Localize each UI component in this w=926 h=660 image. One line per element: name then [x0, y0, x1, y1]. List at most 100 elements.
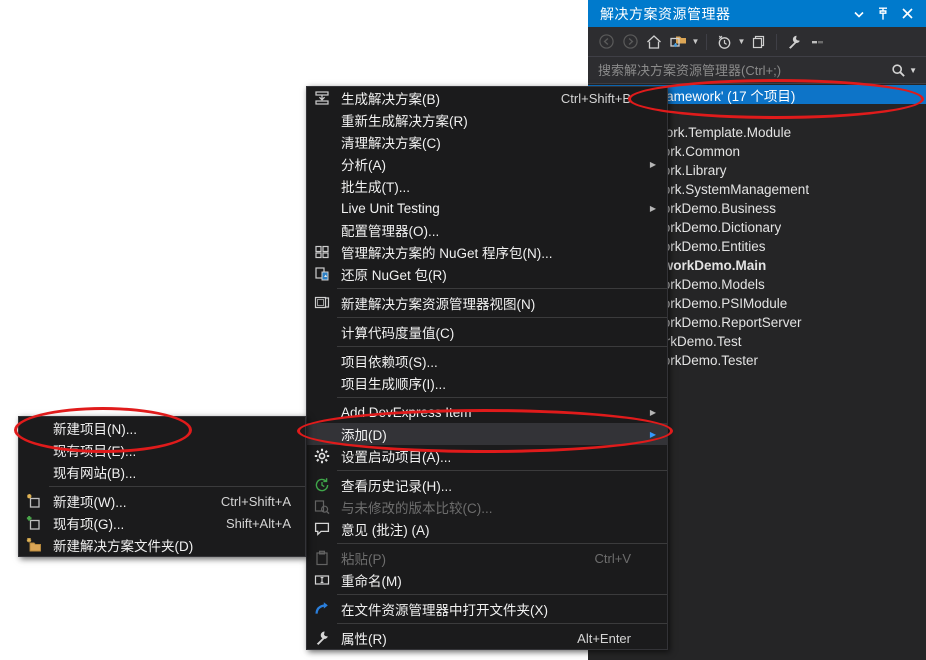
menu-item-icon-placeholder	[307, 131, 337, 153]
menu-item[interactable]: 批生成(T)...	[307, 175, 667, 197]
menu-item-icon-placeholder	[307, 423, 337, 445]
menu-item[interactable]: 项目生成顺序(I)...	[307, 372, 667, 394]
submenu-chevron-right-icon: ▶	[645, 408, 667, 417]
pending-changes-icon[interactable]	[712, 30, 736, 53]
show-all-files-icon[interactable]	[747, 30, 771, 53]
submenu-item[interactable]: 新建项目(N)...	[19, 417, 305, 439]
menu-item-shortcut: Ctrl+V	[595, 551, 645, 566]
menu-item[interactable]: 计算代码度量值(C)	[307, 321, 667, 343]
menu-item[interactable]: 设置启动项目(A)...	[307, 445, 667, 467]
menu-item[interactable]: 分析(A)▶	[307, 153, 667, 175]
menu-item-label: 新建解决方案资源管理器视图(N)	[337, 293, 631, 313]
menu-item-icon-placeholder	[307, 372, 337, 394]
menu-separator	[337, 594, 667, 595]
panel-title: 解决方案资源管理器	[600, 4, 731, 24]
menu-item[interactable]: Live Unit Testing▶	[307, 197, 667, 219]
menu-item[interactable]: 查看历史记录(H)...	[307, 474, 667, 496]
properties-wrench-icon[interactable]	[782, 30, 806, 53]
menu-item[interactable]: 项目依赖项(S)...	[307, 350, 667, 372]
menu-item-label: 计算代码度量值(C)	[337, 322, 631, 342]
menu-item[interactable]: 生成解决方案(B)Ctrl+Shift+B	[307, 87, 667, 109]
submenu-item-label: 现有网站(B)...	[49, 462, 291, 482]
menu-separator	[337, 397, 667, 398]
menu-item-icon-placeholder	[307, 153, 337, 175]
submenu-item[interactable]: 现有网站(B)...	[19, 461, 305, 483]
back-icon[interactable]	[594, 30, 618, 53]
pin-icon[interactable]	[872, 3, 894, 25]
screen-root: 解决方案资源管理器	[0, 0, 926, 660]
submenu-item[interactable]: 现有项(G)...Shift+Alt+A	[19, 512, 305, 534]
submenu-item-label: 新建项目(N)...	[49, 418, 291, 438]
menu-item-icon-placeholder	[307, 175, 337, 197]
menu-item: 粘贴(P)Ctrl+V	[307, 547, 667, 569]
close-icon[interactable]	[896, 3, 918, 25]
menu-item[interactable]: 管理解决方案的 NuGet 程序包(N)...	[307, 241, 667, 263]
switch-views-dropdown-caret-icon[interactable]: ▼	[690, 30, 701, 53]
search-options-caret-icon[interactable]: ▼	[909, 66, 926, 75]
new-solution-explorer-view-icon	[307, 292, 337, 314]
gear-icon	[307, 445, 337, 467]
search-input[interactable]	[588, 62, 887, 79]
submenu-chevron-right-icon: ▶	[645, 204, 667, 213]
menu-item-label: 项目生成顺序(I)...	[337, 373, 631, 393]
new-item-icon	[19, 490, 49, 512]
rename-icon	[307, 569, 337, 591]
submenu-chevron-right-icon: ▶	[645, 430, 667, 439]
menu-separator	[337, 288, 667, 289]
submenu-item[interactable]: 现有项目(E)...	[19, 439, 305, 461]
add-submenu[interactable]: 新建项目(N)...现有项目(E)...现有网站(B)... 新建项(W)...C…	[18, 416, 306, 557]
toolbar-separator	[706, 34, 707, 50]
menu-item-label: 在文件资源管理器中打开文件夹(X)	[337, 599, 631, 619]
submenu-item-icon-placeholder	[19, 417, 49, 439]
home-icon[interactable]	[642, 30, 666, 53]
search-bar[interactable]: ▼	[588, 56, 926, 84]
search-icon[interactable]	[887, 63, 909, 78]
menu-item[interactable]: 重新生成解决方案(R)	[307, 109, 667, 131]
submenu-item-label: 新建项(W)...	[49, 491, 221, 511]
menu-separator	[337, 317, 667, 318]
solution-context-menu[interactable]: 生成解决方案(B)Ctrl+Shift+B重新生成解决方案(R)清理解决方案(C…	[306, 86, 668, 650]
menu-item-label: 查看历史记录(H)...	[337, 475, 631, 495]
menu-item-label: 设置启动项目(A)...	[337, 446, 631, 466]
nuget-restore-icon	[307, 263, 337, 285]
menu-item-icon-placeholder	[307, 350, 337, 372]
compare-icon	[307, 496, 337, 518]
submenu-item[interactable]: 新建项(W)...Ctrl+Shift+A	[19, 490, 305, 512]
menu-item-shortcut: Alt+Enter	[577, 631, 645, 646]
submenu-item[interactable]: 新建解决方案文件夹(D)	[19, 534, 305, 556]
submenu-item-shortcut: Ctrl+Shift+A	[221, 494, 305, 509]
solution-explorer-toolbar: ▼ ▼	[588, 27, 926, 56]
paste-icon	[307, 547, 337, 569]
wrench-icon	[307, 627, 337, 649]
menu-item-label: 配置管理器(O)...	[337, 220, 631, 240]
menu-item[interactable]: 新建解决方案资源管理器视图(N)	[307, 292, 667, 314]
menu-item-label: 意见 (批注) (A)	[337, 519, 631, 539]
menu-item-icon-placeholder	[307, 321, 337, 343]
menu-item[interactable]: 添加(D)▶	[307, 423, 667, 445]
menu-item[interactable]: 还原 NuGet 包(R)	[307, 263, 667, 285]
menu-item[interactable]: 属性(R)Alt+Enter	[307, 627, 667, 649]
submenu-item-label: 新建解决方案文件夹(D)	[49, 535, 291, 555]
menu-item-label: Add DevExpress Item	[337, 405, 631, 420]
switch-views-icon[interactable]	[666, 30, 690, 53]
menu-item-label: 粘贴(P)	[337, 548, 595, 568]
menu-item-label: 还原 NuGet 包(R)	[337, 264, 631, 284]
submenu-item-shortcut: Shift+Alt+A	[226, 516, 305, 531]
menu-item[interactable]: Add DevExpress Item ▶	[307, 401, 667, 423]
menu-item[interactable]: 意见 (批注) (A)	[307, 518, 667, 540]
menu-item-label: 重新生成解决方案(R)	[337, 110, 631, 130]
submenu-item-label: 现有项目(E)...	[49, 440, 291, 460]
menu-item[interactable]: 在文件资源管理器中打开文件夹(X)	[307, 598, 667, 620]
chevron-down-icon[interactable]	[848, 3, 870, 25]
submenu-separator	[49, 486, 305, 487]
menu-item[interactable]: 重命名(M)	[307, 569, 667, 591]
menu-item-label: 项目依赖项(S)...	[337, 351, 631, 371]
collapse-icon[interactable]	[806, 30, 830, 53]
existing-item-icon	[19, 512, 49, 534]
history-clock-icon	[307, 474, 337, 496]
menu-separator	[337, 470, 667, 471]
forward-icon[interactable]	[618, 30, 642, 53]
menu-item[interactable]: 配置管理器(O)...	[307, 219, 667, 241]
menu-item[interactable]: 清理解决方案(C)	[307, 131, 667, 153]
pending-changes-caret-icon[interactable]: ▼	[736, 30, 747, 53]
